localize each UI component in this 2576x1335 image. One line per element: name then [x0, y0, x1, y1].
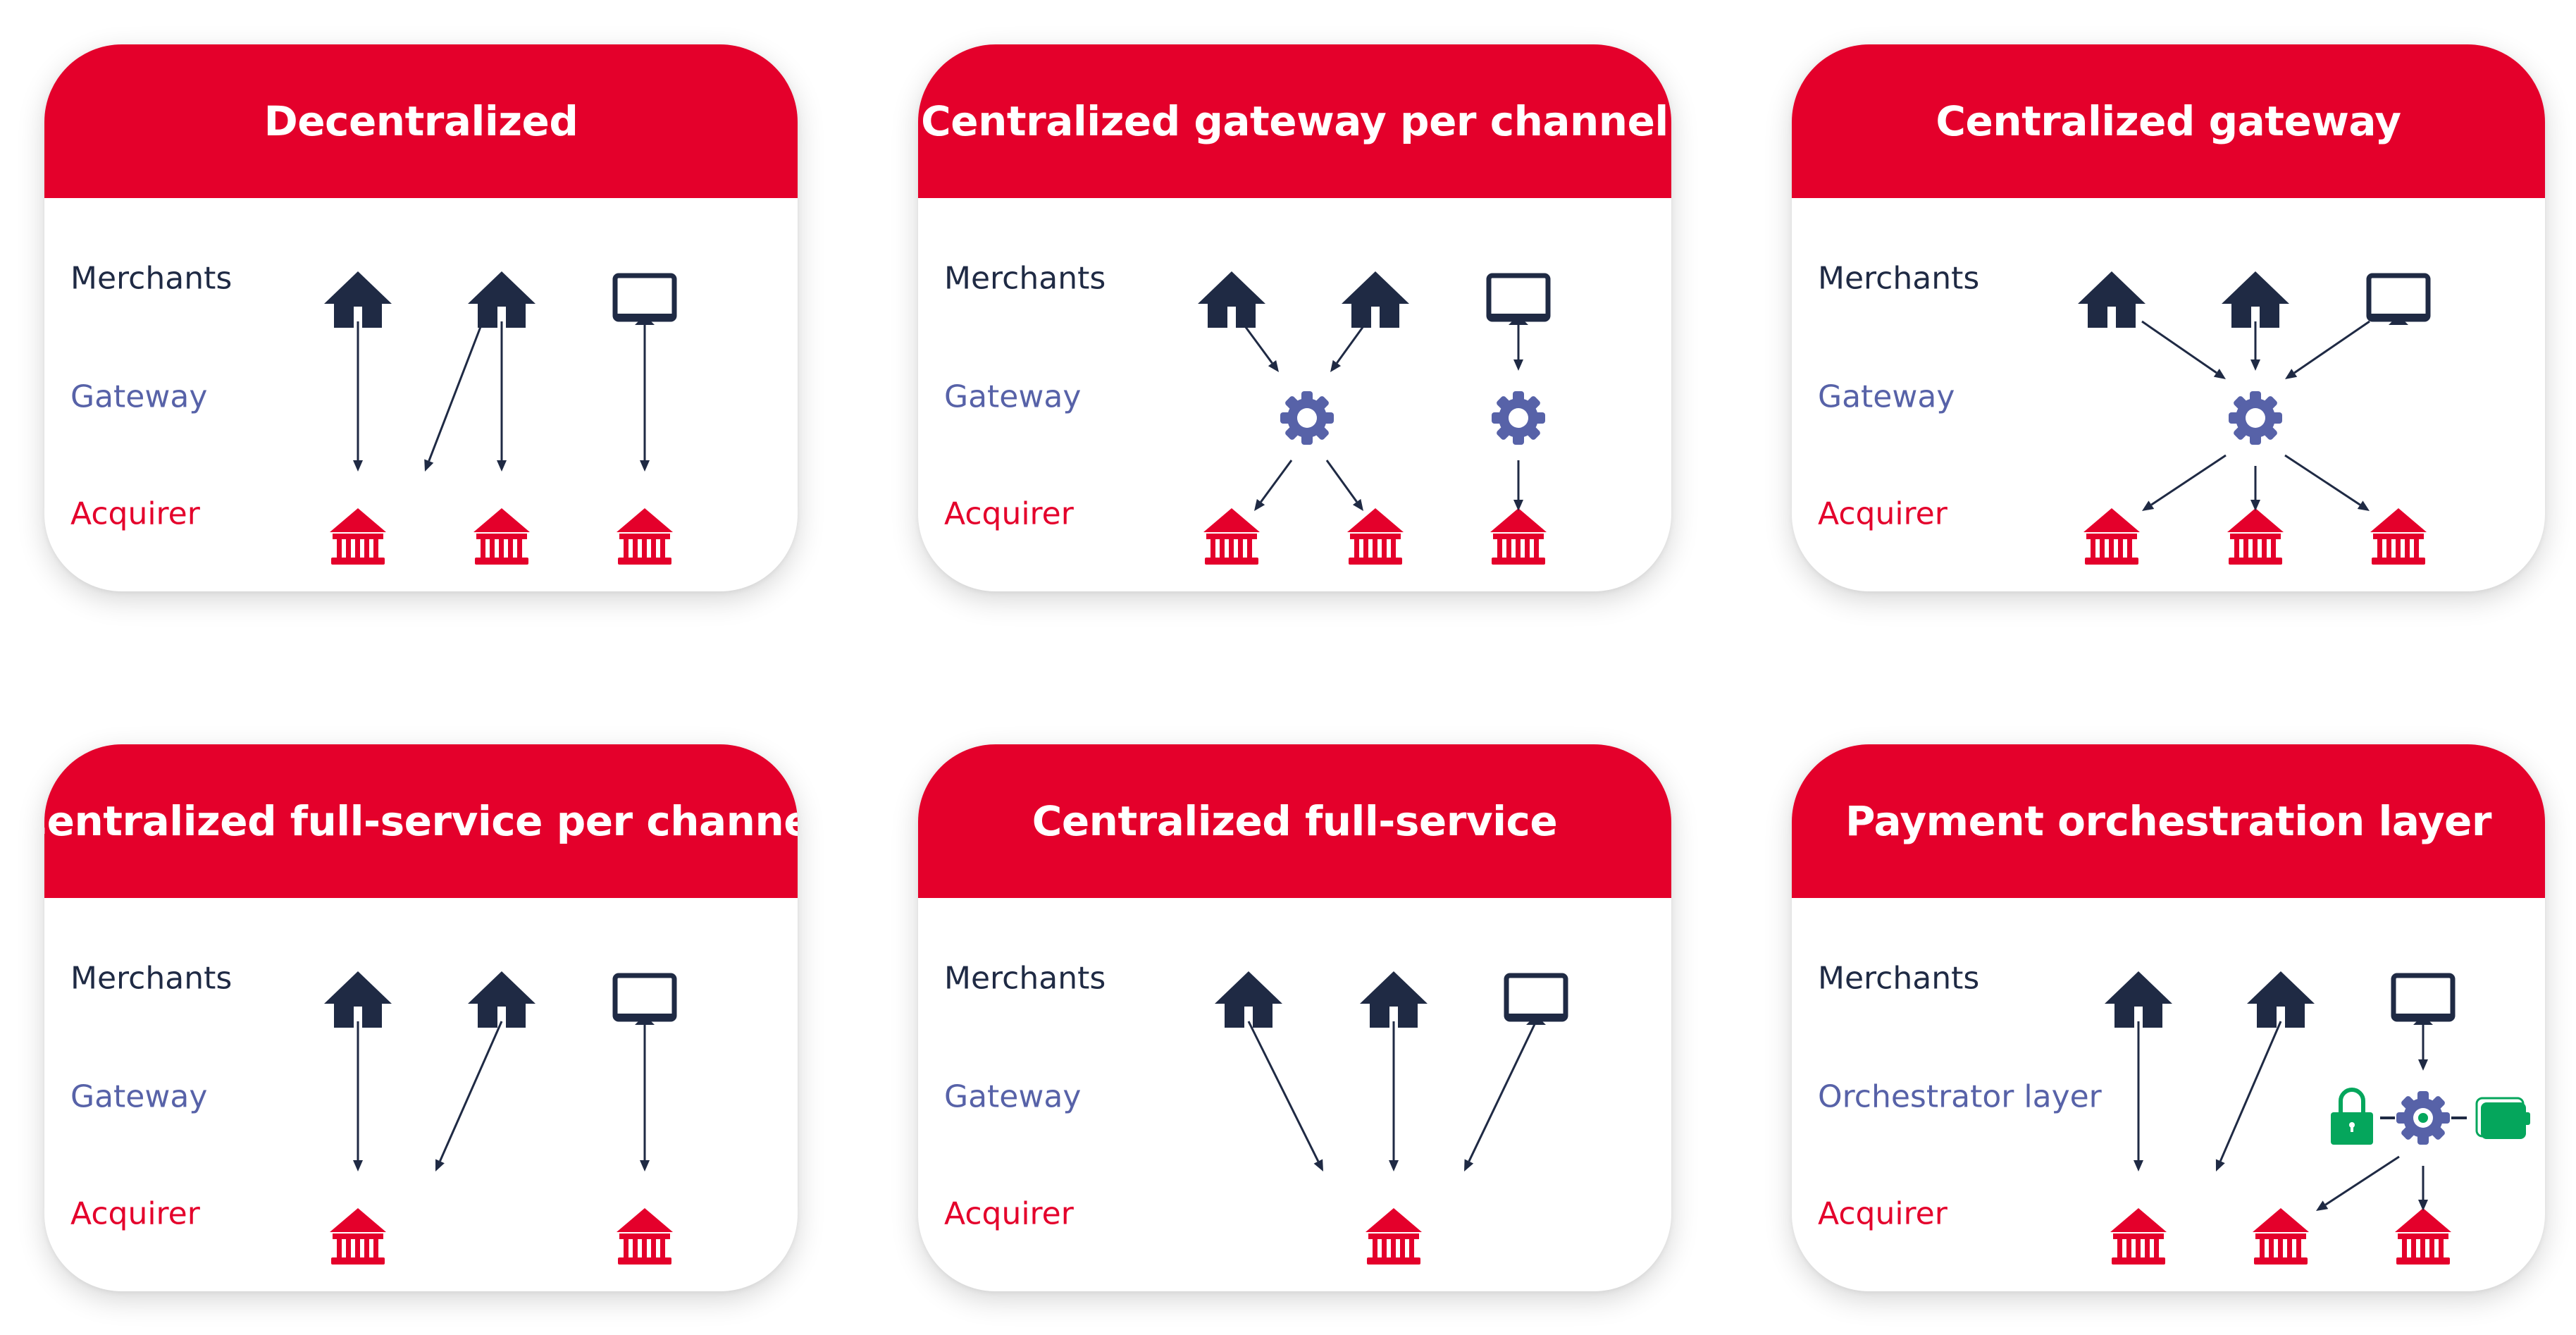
bank-icon: [2370, 508, 2427, 565]
bank-icon: [617, 1208, 673, 1265]
flow-arrow: [1464, 1021, 1537, 1171]
bank-icon: [2253, 1208, 2309, 1265]
flow-diagram: [1215, 971, 1568, 1265]
flow-arrow: [1513, 321, 1523, 371]
gear-icon: [1280, 391, 1334, 445]
monitor-icon: [2366, 273, 2431, 325]
flow-arrow: [2250, 321, 2260, 371]
bank-icon: [1490, 508, 1547, 565]
monitor-icon: [612, 273, 677, 325]
flow-arrow: [640, 321, 650, 472]
flow-arrow: [2316, 1155, 2400, 1211]
flow-arrow: [2284, 454, 2370, 511]
flow-arrow: [1330, 321, 1368, 372]
flow-arrow: [2418, 1166, 2428, 1211]
house-icon: [1342, 271, 1409, 328]
flow-arrow: [2250, 466, 2260, 511]
flow-arrow: [1513, 460, 1523, 511]
gear-icon: [2229, 391, 2282, 445]
house-icon: [2247, 971, 2315, 1028]
house-icon: [468, 971, 535, 1028]
bank-icon: [330, 1208, 386, 1265]
bank-icon: [1366, 1208, 1422, 1265]
house-icon: [324, 271, 392, 328]
flow-arrow: [2134, 1021, 2143, 1171]
flow-arrow: [1247, 1021, 1323, 1171]
house-icon: [2105, 971, 2172, 1028]
flow-diagram: [324, 271, 677, 565]
architecture-card: Centralized full-service Merchants Gatew…: [918, 744, 1671, 1291]
monitor-icon: [1486, 273, 1551, 325]
flow-diagram: [2078, 271, 2431, 565]
flow-arrow: [1240, 321, 1279, 372]
architecture-card: Centralized gateway Merchants Gateway Ac…: [1792, 44, 2545, 591]
flow-arrow: [2141, 320, 2226, 379]
monitor-icon: [1504, 973, 1568, 1025]
flow-arrow: [2418, 1021, 2428, 1071]
bank-icon: [2227, 508, 2284, 565]
flow-arrow: [1389, 1021, 1399, 1171]
gear-icon: [1492, 391, 1545, 445]
monitor-icon: [2391, 973, 2456, 1025]
architecture-card: Centralized gateway per channel Merchant…: [918, 44, 1671, 591]
flow-arrow: [424, 321, 484, 472]
gear-icon: [2396, 1091, 2450, 1145]
flow-diagram: [2105, 971, 2530, 1265]
bank-icon: [617, 508, 673, 565]
house-icon: [324, 971, 392, 1028]
bank-icon: [2395, 1208, 2451, 1265]
architecture-card: Decentralized Merchants Gateway Acquirer: [44, 44, 798, 591]
flow-arrow: [2142, 454, 2227, 511]
architecture-card: Payment orchestration layer Merchants Or…: [1792, 744, 2545, 1291]
house-icon: [2222, 271, 2289, 328]
house-icon: [2078, 271, 2145, 328]
house-icon: [468, 271, 535, 328]
flow-arrow: [1325, 460, 1363, 511]
flow-arrow: [2215, 1021, 2282, 1171]
house-icon: [1215, 971, 1282, 1028]
monitor-icon: [612, 973, 677, 1025]
house-icon: [1360, 971, 1428, 1028]
bank-icon: [1203, 508, 1260, 565]
flow-arrow: [2285, 320, 2370, 379]
bank-icon: [330, 508, 386, 565]
flow-arrow: [640, 1021, 650, 1171]
architecture-card: Centralized full-service per channel Mer…: [44, 744, 798, 1291]
bank-icon: [2110, 1208, 2167, 1265]
flow-arrow: [497, 321, 507, 472]
flow-arrow: [1254, 460, 1293, 511]
flow-arrow: [353, 1021, 363, 1171]
wallet-icon: [2475, 1097, 2530, 1139]
lock-icon: [2331, 1088, 2373, 1145]
house-icon: [1198, 271, 1265, 328]
bank-icon: [1347, 508, 1404, 565]
bank-icon: [2083, 508, 2140, 565]
flow-arrow: [353, 321, 363, 472]
bank-icon: [473, 508, 530, 565]
flow-arrow: [435, 1021, 503, 1171]
flow-diagram: [1198, 271, 1551, 565]
flow-diagram: [324, 971, 677, 1265]
